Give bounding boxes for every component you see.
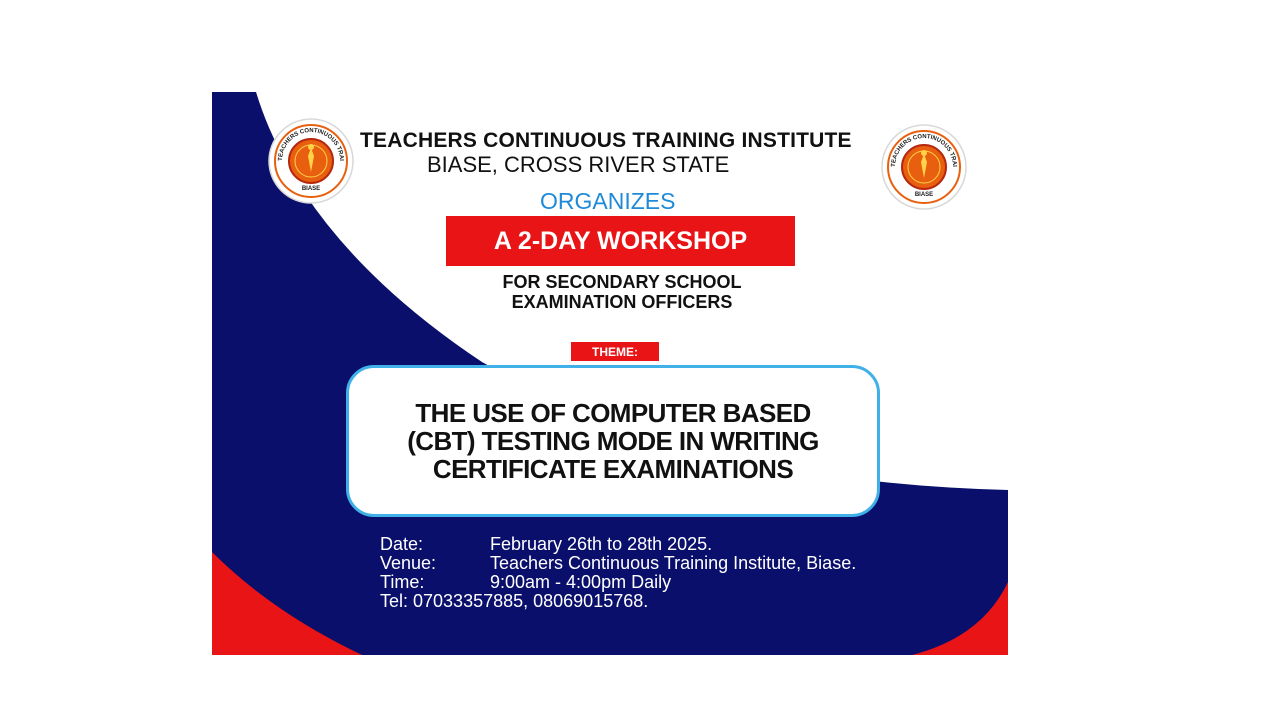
audience-text: FOR SECONDARY SCHOOL EXAMINATION OFFICER… — [452, 272, 792, 312]
workshop-banner: A 2-DAY WORKSHOP — [446, 216, 795, 266]
theme-line-3: CERTIFICATE EXAMINATIONS — [432, 454, 794, 484]
venue-value: Teachers Continuous Training Institute, … — [490, 553, 857, 573]
time-row: Time: 9:00am - 4:00pm Daily — [380, 573, 856, 592]
tel-row: Tel: 07033357885, 08069015768. — [380, 592, 856, 611]
theme-tag: THEME: — [571, 342, 659, 361]
institution-location: BIASE, CROSS RIVER STATE — [427, 152, 730, 177]
workshop-title: A 2-DAY WORKSHOP — [493, 226, 748, 255]
venue-row: Venue: Teachers Continuous Training Inst… — [380, 554, 856, 573]
organizes-label: ORGANIZES — [540, 188, 676, 214]
event-details: Date: February 26th to 28th 2025. Venue:… — [380, 535, 856, 611]
svg-text:BIASE: BIASE — [915, 192, 933, 198]
date-label: Date: — [380, 534, 424, 554]
institution-name: TEACHERS CONTINUOUS TRAINING INSTITUTE — [360, 129, 852, 152]
audience-line-1: FOR SECONDARY SCHOOL — [502, 272, 742, 292]
stage: TEACHERS CONTINUOUS TRAINING INSTITUTE B… — [0, 0, 1280, 720]
theme-box: THE USE OF COMPUTER BASED (CBT) TESTING … — [346, 365, 880, 517]
svg-text:BIASE: BIASE — [302, 186, 320, 192]
date-row: Date: February 26th to 28th 2025. — [380, 535, 856, 554]
theme-tag-label: THEME: — [592, 344, 638, 359]
workshop-flyer: TEACHERS CONTINUOUS TRAINING INSTITUTE B… — [212, 92, 1008, 655]
time-label: Time: — [380, 572, 425, 592]
venue-label: Venue: — [380, 553, 437, 573]
audience-line-2: EXAMINATION OFFICERS — [511, 292, 733, 312]
theme-line-2: (CBT) TESTING MODE IN WRITING — [407, 426, 819, 456]
theme-line-1: THE USE OF COMPUTER BASED — [415, 398, 811, 428]
institute-logo-right: TEACHERS CONTINUOUS TRAINING INSTITUTE B… — [881, 124, 967, 210]
date-value: February 26th to 28th 2025. — [490, 534, 713, 554]
theme-text: THE USE OF COMPUTER BASED (CBT) TESTING … — [363, 399, 863, 483]
institute-logo-left: TEACHERS CONTINUOUS TRAINING INSTITUTE B… — [268, 118, 354, 204]
time-value: 9:00am - 4:00pm Daily — [490, 572, 672, 592]
tel-value: Tel: 07033357885, 08069015768. — [380, 591, 649, 611]
